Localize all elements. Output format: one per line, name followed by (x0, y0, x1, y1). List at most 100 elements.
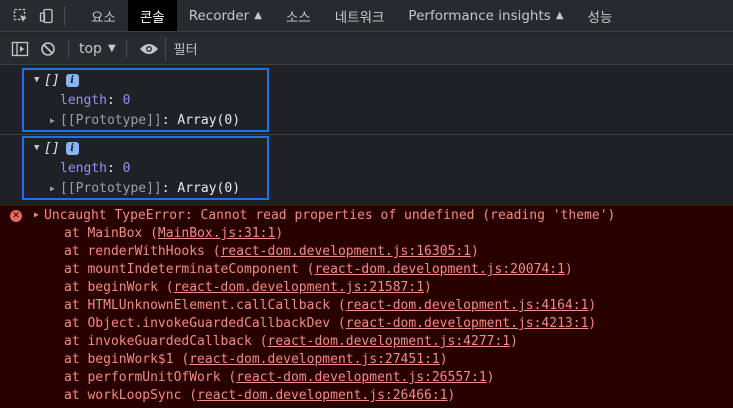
frame-function: at beginWork ( (64, 280, 174, 295)
stack-frame: at workLoopSync (react-dom.development.j… (64, 387, 455, 405)
array-summary[interactable]: ▼ [] i (24, 138, 267, 158)
info-icon[interactable]: i (65, 141, 79, 155)
console-output: ▼ [] i length: 0 ▶ [[Prototype]]: Array(… (0, 66, 733, 408)
tab-label: Performance insights (408, 7, 551, 24)
prototype-row[interactable]: ▶ [[Prototype]]: Array(0) (24, 178, 267, 198)
tab-label: 네트워크 (334, 9, 385, 26)
log-divider (0, 134, 733, 135)
tab-sources[interactable]: 소스 (274, 0, 323, 31)
stack-frame: at invokeGuardedCallback (react-dom.deve… (64, 333, 518, 351)
tab-elements[interactable]: 요소 (79, 0, 128, 31)
clear-console-icon[interactable] (34, 33, 62, 65)
collapsed-triangle-icon[interactable]: ▶ (50, 184, 60, 193)
expand-triangle-icon[interactable]: ▼ (34, 75, 44, 85)
error-message-block: ✕ ▶ Uncaught TypeError: Cannot read prop… (0, 205, 733, 408)
prototype-value: Array(0) (177, 180, 241, 196)
toolbar-divider (125, 39, 127, 58)
frame-close: ) (424, 280, 432, 295)
frame-function: at HTMLUnknownElement.callCallback ( (64, 298, 346, 313)
frame-function: at invokeGuardedCallback ( (64, 334, 268, 349)
source-link[interactable]: react-dom.development.js:4277:1 (268, 334, 511, 349)
frame-close: ) (564, 262, 573, 277)
prototype-key: [[Prototype]] (60, 112, 162, 128)
stack-frame: at renderWithHooks (react-dom.developmen… (64, 243, 479, 261)
devtools-tab-bar: 요소 콘솔 Recorder ▲ 소스 네트워크 Performance ins… (0, 0, 733, 32)
property-key: length (60, 160, 107, 176)
frame-function: at mountIndeterminateComponent ( (64, 262, 315, 277)
stack-frame: at mountIndeterminateComponent (react-do… (64, 261, 573, 279)
stack-frame: at Object.invokeGuardedCallbackDev (reac… (64, 315, 596, 333)
source-link[interactable]: react-dom.development.js:27451:1 (189, 352, 439, 367)
frame-function: at performUnitOfWork ( (64, 370, 237, 385)
expand-error-triangle-icon[interactable]: ▶ (34, 210, 39, 219)
frame-close: ) (588, 316, 597, 331)
source-link[interactable]: react-dom.development.js:26466:1 (197, 388, 447, 403)
expand-triangle-icon[interactable]: ▼ (34, 143, 44, 153)
experimental-flask-icon: ▲ (254, 10, 262, 21)
info-icon[interactable]: i (65, 73, 79, 87)
frame-function: at workLoopSync ( (64, 388, 198, 403)
show-sidebar-icon[interactable] (6, 33, 34, 65)
context-selector[interactable]: top ▼ (75, 41, 120, 57)
tab-performance[interactable]: 성능 (576, 0, 617, 31)
array-log-entry: ▼ [] i length: 0 ▶ [[Prototype]]: Array(… (22, 68, 269, 132)
filter-input[interactable]: 필터 (164, 36, 733, 61)
prototype-row[interactable]: ▶ [[Prototype]]: Array(0) (24, 110, 267, 130)
toolbar-divider (68, 39, 69, 58)
property-value: 0 (122, 92, 131, 108)
length-row: length: 0 (60, 92, 131, 108)
stack-frame: at performUnitOfWork (react-dom.developm… (64, 369, 494, 387)
console-toolbar: top ▼ 필터 (0, 33, 733, 65)
tab-label: 소스 (285, 9, 311, 26)
tab-label: 성능 (587, 9, 613, 26)
tab-network[interactable]: 네트워크 (323, 0, 397, 31)
tab-console[interactable]: 콘솔 (127, 0, 177, 31)
property-value: 0 (122, 160, 131, 176)
frame-function: at renderWithHooks ( (64, 244, 221, 259)
frame-close: ) (510, 334, 518, 349)
stack-frame: at MainBox (MainBox.js:31:1) (64, 225, 283, 243)
frame-close: ) (588, 298, 597, 313)
frame-close: ) (275, 226, 284, 241)
context-label: top (79, 40, 102, 57)
array-summary[interactable]: ▼ [] i (24, 70, 267, 90)
array-log-entry: ▼ [] i length: 0 ▶ [[Prototype]]: Array(… (22, 136, 269, 200)
error-message: Uncaught TypeError: Cannot read properti… (44, 208, 616, 223)
inspect-element-icon[interactable] (8, 0, 34, 32)
source-link[interactable]: react-dom.development.js:26557:1 (236, 370, 486, 385)
source-link[interactable]: react-dom.development.js:4164:1 (346, 298, 589, 313)
error-circle-icon: ✕ (10, 210, 22, 222)
source-link[interactable]: react-dom.development.js:4213:1 (346, 316, 589, 331)
property-key: length (60, 92, 107, 108)
live-expression-eye-icon[interactable] (133, 33, 165, 65)
source-link[interactable]: react-dom.development.js:21587:1 (174, 280, 424, 295)
prototype-key: [[Prototype]] (60, 180, 162, 196)
source-link[interactable]: react-dom.development.js:16305:1 (221, 244, 471, 259)
frame-function: at beginWork$1 ( (64, 352, 190, 367)
tab-label: 콘솔 (139, 9, 165, 26)
tab-label: 요소 (91, 9, 116, 26)
tab-recorder[interactable]: Recorder ▲ (177, 0, 274, 31)
stack-frame: at beginWork (react-dom.development.js:2… (64, 279, 432, 297)
array-preview: [] (44, 72, 60, 88)
device-toolbar-icon[interactable] (34, 0, 60, 32)
tab-label: Recorder (188, 7, 250, 24)
array-preview: [] (44, 140, 60, 156)
chevron-down-icon: ▼ (107, 43, 116, 54)
prototype-value: Array(0) (177, 112, 241, 128)
frame-close: ) (447, 388, 456, 403)
tab-performance-insights[interactable]: Performance insights ▲ (396, 0, 575, 31)
experimental-flask-icon: ▲ (555, 10, 564, 21)
tab-bar-divider (64, 6, 65, 26)
source-link[interactable]: react-dom.development.js:20074:1 (314, 262, 564, 277)
frame-close: ) (439, 352, 448, 367)
frame-function: at Object.invokeGuardedCallbackDev ( (64, 316, 346, 331)
frame-close: ) (486, 370, 495, 385)
collapsed-triangle-icon[interactable]: ▶ (50, 116, 60, 125)
stack-frame: at HTMLUnknownElement.callCallback (reac… (64, 297, 596, 315)
frame-close: ) (471, 244, 479, 259)
length-row: length: 0 (60, 160, 131, 176)
source-link[interactable]: MainBox.js:31:1 (158, 226, 275, 241)
stack-frame: at beginWork$1 (react-dom.development.js… (64, 351, 448, 369)
filter-placeholder: 필터 (173, 43, 198, 58)
